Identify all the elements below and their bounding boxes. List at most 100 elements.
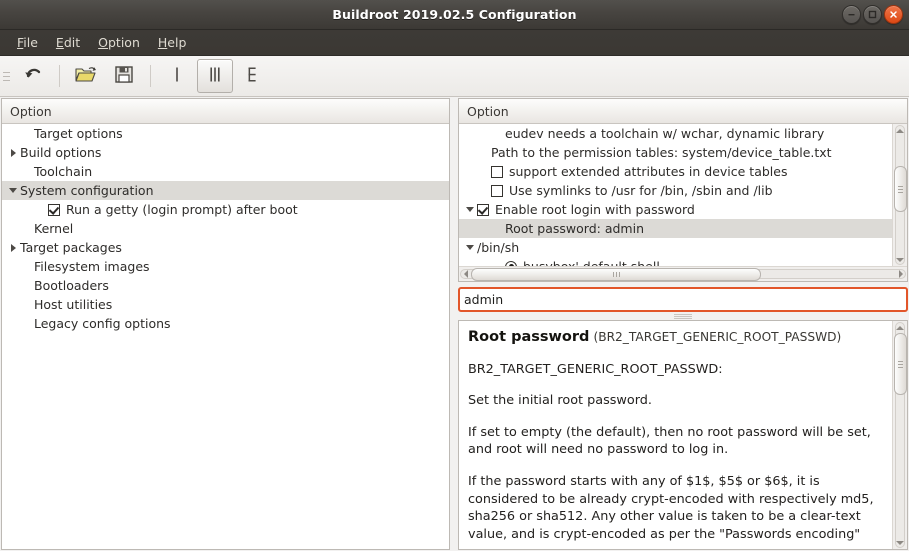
help-scroll-up-arrow-icon[interactable] [895, 322, 906, 333]
tree-row-label: System configuration [20, 183, 154, 198]
checkbox-unchecked-icon[interactable] [491, 165, 503, 178]
hscrollbar-grip-icon [612, 271, 620, 277]
help-text-content: Root password (BR2_TARGET_GENERIC_ROOT_P… [459, 321, 892, 549]
help-symbol: (BR2_TARGET_GENERIC_ROOT_PASSWD) [593, 330, 842, 344]
window-controls [842, 0, 903, 29]
tree-row[interactable]: eudev needs a toolchain w/ wchar, dynami… [459, 124, 892, 143]
chevron-right-icon[interactable] [6, 149, 20, 157]
root-password-input[interactable] [458, 287, 908, 312]
tree-row[interactable]: /bin/sh [459, 238, 892, 257]
menu-help-rest: elp [167, 35, 187, 50]
load-button[interactable] [68, 59, 104, 93]
help-paragraph: BR2_TARGET_GENERIC_ROOT_PASSWD: [468, 361, 723, 377]
split-view-button[interactable] [197, 59, 233, 93]
title-bar: Buildroot 2019.02.5 Configuration [0, 0, 909, 30]
right-pane: Option eudev needs a toolchain w/ wchar,… [458, 97, 909, 551]
tree-row-label: Filesystem images [34, 259, 150, 274]
tree-row[interactable]: System configuration [2, 181, 449, 200]
left-tree-header: Option [2, 99, 449, 124]
single-view-button[interactable] [159, 59, 195, 93]
tree-row-label: Toolchain [34, 164, 93, 179]
menu-file[interactable]: File [8, 32, 47, 53]
help-scroll-down-arrow-icon[interactable] [895, 537, 906, 548]
right-tree-vertical-scrollbar[interactable] [892, 124, 907, 266]
left-pane: Option Target options Build options Toolch… [0, 97, 450, 551]
chevron-down-icon[interactable] [6, 188, 20, 193]
menu-bar: File Edit Option Help [0, 30, 909, 56]
undo-arrow-icon [22, 63, 44, 89]
left-tree-rows: Target options Build options Toolchain Syst… [2, 124, 449, 549]
tree-row[interactable]: Build options [2, 143, 449, 162]
scrollbar-grip-icon [897, 185, 903, 193]
right-tree-rows: eudev needs a toolchain w/ wchar, dynami… [459, 124, 892, 274]
value-editor-area [458, 287, 908, 312]
help-panel: Root password (BR2_TARGET_GENERIC_ROOT_P… [458, 320, 908, 550]
help-scrollbar-grip-icon [897, 360, 903, 368]
scroll-right-arrow-icon[interactable] [895, 269, 906, 280]
menu-edit-rest: dit [63, 35, 81, 50]
chevron-right-icon[interactable] [6, 244, 20, 252]
tree-row-label: Path to the permission tables: system/de… [491, 145, 832, 160]
maximize-button[interactable] [863, 5, 882, 24]
tree-row-label: Build options [20, 145, 102, 160]
tree-row-label: Enable root login with password [495, 202, 695, 217]
buildroot-config-window: Buildroot 2019.02.5 Configuration File E… [0, 0, 909, 551]
help-vscroll-thumb[interactable] [893, 333, 907, 395]
config-menu-tree[interactable]: Option Target options Build options Toolch… [1, 98, 450, 550]
back-button[interactable] [15, 59, 51, 93]
tree-row-label: /bin/sh [477, 240, 520, 255]
scroll-left-arrow-icon[interactable] [460, 269, 471, 280]
menu-option[interactable]: Option [89, 32, 149, 53]
horizontal-splitter[interactable] [458, 312, 908, 320]
tree-view-icon [242, 63, 264, 89]
help-paragraph: Set the initial root password. [468, 393, 652, 409]
tree-row[interactable]: Legacy config options [2, 314, 449, 333]
save-button[interactable] [106, 59, 142, 93]
left-tree-scroll-area: Target options Build options Toolchain Syst… [2, 124, 449, 549]
toolbar-drag-handle[interactable] [2, 65, 11, 87]
chevron-down-icon[interactable] [463, 207, 477, 212]
toolbar [0, 56, 909, 97]
vertical-splitter[interactable] [450, 97, 458, 551]
help-paragraph: If the password starts with any of $1$, … [468, 473, 874, 542]
single-pane-icon [166, 63, 188, 89]
toolbar-separator-1 [59, 65, 60, 87]
split-pane-icon [204, 63, 226, 89]
tree-row[interactable]: Run a getty (login prompt) after boot [2, 200, 449, 219]
config-option-tree[interactable]: Option eudev needs a toolchain w/ wchar,… [458, 98, 908, 282]
tree-row[interactable]: Kernel [2, 219, 449, 238]
help-vertical-scrollbar[interactable] [892, 321, 907, 549]
tree-row-label: Host utilities [34, 297, 113, 312]
tree-row[interactable]: Use symlinks to /usr for /bin, /sbin and… [459, 181, 892, 200]
tree-row[interactable]: Filesystem images [2, 257, 449, 276]
tree-row[interactable]: Path to the permission tables: system/de… [459, 143, 892, 162]
close-button[interactable] [884, 5, 903, 24]
tree-row[interactable]: Enable root login with password [459, 200, 892, 219]
checkbox-checked-icon[interactable] [477, 203, 489, 216]
tree-row[interactable]: Toolchain [2, 162, 449, 181]
tree-row[interactable]: Bootloaders [2, 276, 449, 295]
help-paragraph: If set to empty (the default), then no r… [468, 424, 871, 458]
tree-row[interactable]: Host utilities [2, 295, 449, 314]
checkbox-unchecked-icon[interactable] [491, 184, 503, 197]
tree-row[interactable]: support extended attributes in device ta… [459, 162, 892, 181]
tree-row-label: support extended attributes in device ta… [509, 164, 788, 179]
minimize-button[interactable] [842, 5, 861, 24]
tree-row-label: Kernel [34, 221, 74, 236]
menu-edit[interactable]: Edit [47, 32, 89, 53]
chevron-down-icon[interactable] [463, 245, 477, 250]
scroll-down-arrow-icon[interactable] [895, 254, 906, 265]
toolbar-separator-2 [150, 65, 151, 87]
right-tree-horizontal-scrollbar[interactable] [459, 266, 907, 281]
menu-help[interactable]: Help [149, 32, 196, 53]
help-heading: Root password (BR2_TARGET_GENERIC_ROOT_P… [468, 329, 882, 347]
vscroll-thumb[interactable] [893, 166, 907, 212]
tree-row[interactable]: Target packages [2, 238, 449, 257]
tree-row[interactable]: Target options [2, 124, 449, 143]
tree-row[interactable]: Root password: admin [459, 219, 892, 238]
hscroll-thumb[interactable] [471, 267, 761, 281]
full-view-button[interactable] [235, 59, 271, 93]
tree-row-label: Bootloaders [34, 278, 109, 293]
scroll-up-arrow-icon[interactable] [895, 125, 906, 136]
checkbox-checked-icon[interactable] [48, 203, 60, 216]
